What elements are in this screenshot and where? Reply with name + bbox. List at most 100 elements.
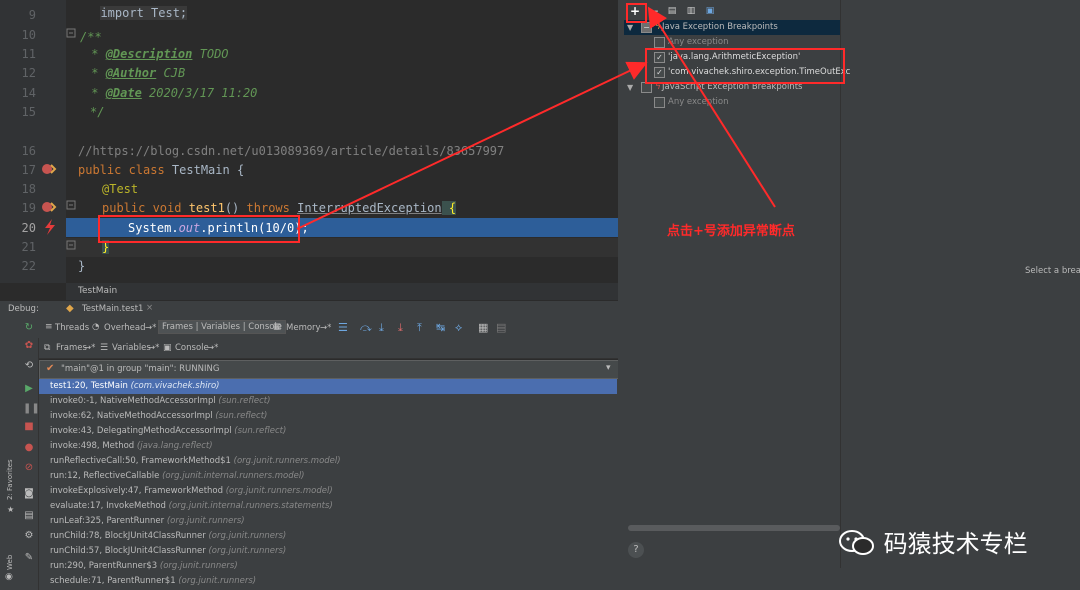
run-to-cursor-icon[interactable]: ↹ [436, 321, 445, 334]
stop-icon[interactable]: ■ [23, 421, 35, 433]
run-config-icon: ◆ [66, 303, 74, 314]
fold-icon[interactable] [66, 28, 76, 38]
group-by-package-icon[interactable]: ▤ [664, 3, 680, 19]
frames-pin[interactable]: →* [84, 343, 95, 353]
tree-group-java[interactable]: ▼ − ϟ Java Exception Breakpoints [624, 20, 840, 35]
thread-label: "main"@1 in group "main": RUNNING [61, 364, 220, 374]
frames-variables-console-tab[interactable]: Frames | Variables | Console [158, 320, 287, 334]
code-line-date[interactable]: * @Date 2020/3/17 11:20 [84, 86, 257, 100]
rerun-icon[interactable]: ↻ [23, 322, 35, 334]
line-number: 11 [21, 47, 36, 61]
frame-package: (org.junit.runners) [208, 546, 287, 556]
frame-item[interactable]: runChild:57, BlockJUnit4ClassRunner (org… [39, 544, 617, 559]
frame-item[interactable]: invoke:43, DelegatingMethodAccessorImpl … [39, 424, 617, 439]
thread-selector[interactable]: ✔ "main"@1 in group "main": RUNNING ▾ [39, 360, 619, 379]
doc-comment-open: /** [80, 30, 102, 44]
show-execution-point-icon[interactable]: ⤼ [360, 321, 372, 335]
console-icon: ▣ [163, 343, 172, 353]
code-line-method[interactable]: public void test1() throws InterruptedEx… [102, 201, 457, 215]
step-into-icon[interactable]: ⤓ [398, 321, 403, 335]
variables-tab[interactable]: Variables [112, 343, 151, 353]
frame-item[interactable]: invoke:62, NativeMethodAccessorImpl (sun… [39, 409, 617, 424]
table-icon[interactable]: ▤ [496, 321, 506, 334]
variables-icon: ☰ [100, 343, 109, 353]
chevron-down-icon[interactable]: ▾ [606, 363, 611, 373]
step-out-icon[interactable]: ⤒ [417, 321, 422, 335]
breakpoints-tree[interactable]: ▼ − ϟ Java Exception Breakpoints Any exc… [624, 20, 850, 520]
code-line-url-comment[interactable]: //https://blog.csdn.net/u013089369/artic… [78, 144, 504, 158]
step-over-icon[interactable]: ⤓ [379, 321, 384, 335]
frame-method: run:12, ReflectiveCallable [50, 471, 160, 481]
stop-breakpoints-icon[interactable]: ✿ [23, 340, 35, 352]
overhead-tab[interactable]: Overhead [104, 323, 146, 333]
group-checkbox[interactable]: − [641, 22, 652, 33]
exception-breakpoint-icon[interactable] [41, 200, 57, 214]
frame-package: (org.junit.runners) [166, 516, 245, 526]
code-line-import[interactable]: import Test; [86, 0, 188, 20]
frame-item[interactable]: runChild:78, BlockJUnit4ClassRunner (org… [39, 529, 617, 544]
close-icon[interactable]: × [146, 303, 153, 313]
view-breakpoints-icon[interactable]: ● [23, 442, 35, 454]
evaluate-icon[interactable]: ⟡ [455, 321, 462, 335]
frame-package: (sun.reflect) [234, 426, 287, 436]
debug-session-tab[interactable]: TestMain.test1 [82, 304, 143, 314]
frame-item[interactable]: test1:20, TestMain (com.vivachek.shiro) [39, 379, 617, 394]
variables-pin[interactable]: →* [148, 343, 159, 353]
code-line-author[interactable]: * @Author CJB [84, 66, 185, 80]
code-line-annotation[interactable]: @Test [102, 182, 138, 196]
layout-settings-icon[interactable]: ▤ [23, 510, 35, 522]
resume-icon[interactable]: ▶ [23, 383, 35, 395]
frame-item[interactable]: runLeaf:325, ParentRunner (org.junit.run… [39, 514, 617, 529]
pause-icon[interactable]: ❚❚ [23, 403, 40, 415]
tree-item[interactable]: Any exception [624, 95, 840, 110]
expand-arrow-icon[interactable]: ▼ [627, 80, 633, 95]
web-side-tab[interactable]: Web [6, 555, 14, 570]
layout-icon[interactable]: ☰ [338, 321, 348, 334]
frame-item[interactable]: invoke:498, Method (java.lang.reflect) [39, 439, 617, 454]
memory-tab[interactable]: Memory [286, 323, 321, 333]
memory-pin[interactable]: →* [320, 323, 331, 333]
console-pin[interactable]: →* [207, 343, 218, 353]
overhead-icon: ◔ [92, 322, 100, 332]
favorites-side-tab[interactable]: 2: Favorites [6, 459, 14, 500]
lightning-icon [45, 219, 55, 235]
grid-icon[interactable]: ▦ [478, 321, 488, 334]
pin-icon[interactable]: ✎ [23, 552, 35, 564]
fold-icon[interactable] [66, 200, 76, 210]
threads-tab[interactable]: Threads [55, 323, 89, 333]
frame-item[interactable]: invoke0:-1, NativeMethodAccessorImpl (su… [39, 394, 617, 409]
frame-method: invoke0:-1, NativeMethodAccessorImpl [50, 396, 216, 406]
code-line-class[interactable]: public class TestMain { [78, 163, 244, 177]
frames-tab[interactable]: Frames [56, 343, 87, 353]
exception-breakpoint-icon[interactable] [41, 162, 57, 176]
wechat-icon [839, 530, 874, 555]
fold-icon[interactable] [66, 240, 76, 250]
code-line-close-class[interactable]: } [78, 259, 85, 273]
camera-icon[interactable]: ◙ [23, 488, 35, 500]
frame-item[interactable]: run:12, ReflectiveCallable (org.junit.in… [39, 469, 617, 484]
frame-item[interactable]: evaluate:17, InvokeMethod (org.junit.int… [39, 499, 617, 514]
frame-item[interactable]: run:290, ParentRunner$3 (org.junit.runne… [39, 559, 617, 574]
group-by-class-icon[interactable]: ▣ [702, 3, 718, 19]
code-line-doc-close[interactable]: */ [90, 105, 104, 119]
restore-layout-icon[interactable]: ⟲ [23, 360, 35, 372]
code-line-doc-open[interactable]: /** [80, 30, 102, 44]
frame-item[interactable]: runReflectiveCall:50, FrameworkMethod$1 … [39, 454, 617, 469]
group-by-file-icon[interactable]: ▥ [683, 3, 699, 19]
settings-icon[interactable]: ⚙ [23, 530, 35, 542]
frame-item[interactable]: invokeExplosively:47, FrameworkMethod (o… [39, 484, 617, 499]
mute-breakpoints-icon[interactable]: ⊘ [23, 462, 35, 474]
memory-icon: ▦ [273, 322, 282, 332]
item-checkbox[interactable] [654, 97, 665, 108]
overhead-pin[interactable]: →* [145, 323, 156, 333]
console-tab[interactable]: Console [175, 343, 209, 353]
breadcrumb[interactable]: TestMain [78, 286, 117, 296]
frame-item[interactable]: schedule:71, ParentRunner$1 (org.junit.r… [39, 574, 617, 589]
remove-breakpoint-button[interactable]: − [646, 3, 662, 19]
code-line-description[interactable]: * @Description TODO [84, 47, 228, 61]
horizontal-scrollbar[interactable] [628, 525, 840, 531]
help-button[interactable]: ? [628, 542, 644, 558]
item-checkbox[interactable] [654, 37, 665, 48]
highlight-box-statement [98, 215, 300, 243]
frame-method: runLeaf:325, ParentRunner [50, 516, 165, 526]
